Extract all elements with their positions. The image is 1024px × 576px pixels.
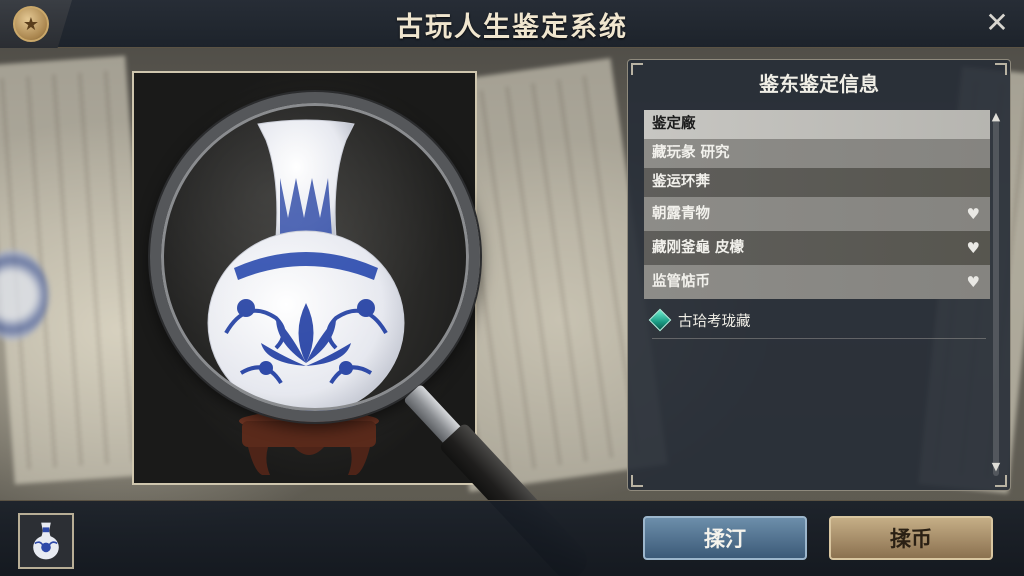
heart-icon[interactable]: ♥ xyxy=(967,231,980,265)
close-icon[interactable]: ✕ xyxy=(982,8,1012,38)
page-title: 古玩人生鉴定系统 xyxy=(396,12,628,43)
list-item[interactable]: 监管惦币 ♥ xyxy=(644,265,990,299)
heart-icon[interactable]: ♥ xyxy=(967,265,980,299)
blue-white-vase-icon xyxy=(33,522,59,560)
left-action-button[interactable]: 揉汀 xyxy=(643,516,807,560)
panel-title: 鉴东鉴定信息 xyxy=(759,72,879,96)
scrollbar[interactable] xyxy=(993,116,999,476)
vase-thumbnail[interactable] xyxy=(18,513,74,569)
list-item-label: 藏刚釜龜 皮檬 xyxy=(652,240,745,256)
list-item-label: 监管惦币 xyxy=(652,274,710,290)
chevron-down-icon[interactable]: ▼ xyxy=(988,460,1004,473)
wooden-stand xyxy=(234,411,384,481)
list-item-label: 朝露青物 xyxy=(652,206,710,222)
list-item[interactable]: 鉴运环莾 xyxy=(644,168,990,197)
appraisal-photo xyxy=(132,71,477,485)
list-item[interactable]: 藏玩彖 研究 xyxy=(644,139,990,168)
collection-item-label: 古珨考珑藏 xyxy=(678,313,751,330)
top-header: ★ 古玩人生鉴定系统 ✕ xyxy=(0,0,1024,48)
divider xyxy=(652,338,986,339)
list-item[interactable]: 鉴定廠 xyxy=(644,110,990,139)
chevron-up-icon[interactable]: ▲ xyxy=(988,110,1004,123)
list-item-label: 藏玩彖 研究 xyxy=(652,145,730,161)
blue-white-vase xyxy=(206,118,406,428)
list-item[interactable]: 朝露青物 ♥ xyxy=(644,197,990,231)
appraisal-info-panel: 鉴东鉴定信息 鉴定廠 藏玩彖 研究 鉴运环莾 朝露青物 ♥ 藏刚釜龜 皮檬 ♥ … xyxy=(627,59,1011,491)
list-item-label: 鉴运环莾 xyxy=(652,174,710,190)
right-action-button[interactable]: 揉币 xyxy=(829,516,993,560)
bottom-bar: 揉汀 揉币 xyxy=(0,500,1024,576)
panel-corner-ornament xyxy=(995,475,1007,487)
green-gem-icon xyxy=(648,308,672,332)
panel-corner-ornament xyxy=(631,475,643,487)
collection-item[interactable]: 古珨考珑藏 xyxy=(648,308,751,332)
list-item[interactable]: 藏刚釜龜 皮檬 ♥ xyxy=(644,231,990,265)
heart-icon[interactable]: ♥ xyxy=(967,197,980,231)
list-item-label: 鉴定廠 xyxy=(652,116,696,132)
appraisal-list: 鉴定廠 藏玩彖 研究 鉴运环莾 朝露青物 ♥ 藏刚釜龜 皮檬 ♥ 监管惦币 ♥ xyxy=(644,110,990,299)
